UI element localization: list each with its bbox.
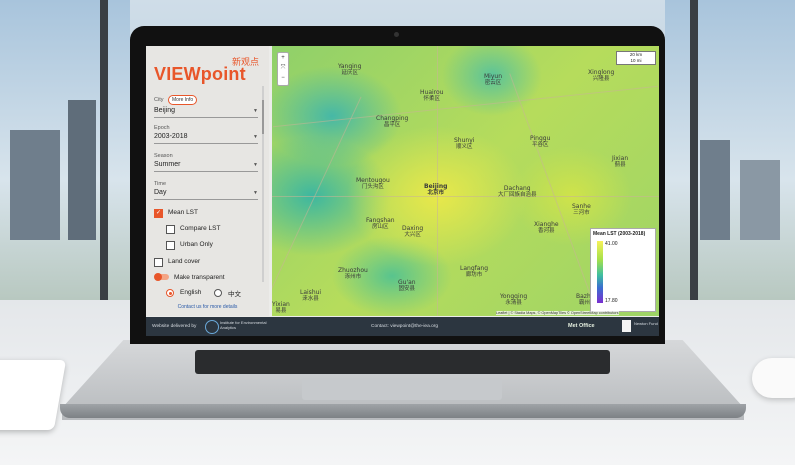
epoch-select[interactable]: 2003-2018 ▼ bbox=[154, 133, 258, 144]
season-select-value: Summer bbox=[154, 161, 181, 168]
newton-fund-name[interactable]: Newton Fund bbox=[634, 321, 658, 326]
map-label: Laishui 涞水县 bbox=[300, 289, 322, 303]
laptop-lid: VIEWpoint 新观点 City More Info Beijing ▼ E… bbox=[130, 26, 665, 344]
chevron-down-icon: ▼ bbox=[253, 108, 258, 114]
map-label: Langfang 廊坊市 bbox=[460, 265, 489, 279]
map-label: Yanqing 延庆区 bbox=[338, 63, 362, 77]
map-label: Fangshan 房山区 bbox=[366, 217, 395, 231]
building bbox=[68, 100, 96, 240]
iea-name[interactable]: Institute for Environmental Analytics bbox=[220, 320, 268, 330]
epoch-select-value: 2003-2018 bbox=[154, 133, 188, 140]
map-zoom-control: + ⤧ − bbox=[277, 52, 289, 86]
legend-title: Mean LST (2003-2018) bbox=[593, 231, 646, 237]
language-english-radio[interactable] bbox=[166, 289, 174, 297]
window-frame bbox=[690, 0, 698, 330]
legend-max: 41.00 bbox=[605, 241, 618, 247]
language-chinese-radio[interactable] bbox=[214, 289, 222, 297]
city-label: City bbox=[154, 97, 164, 103]
lst-legend: Mean LST (2003-2018) 41.00 17.80 bbox=[590, 228, 656, 312]
road bbox=[273, 85, 658, 128]
map-attribution[interactable]: Leaflet | © Stadia Maps, © OpenMapTiles … bbox=[496, 311, 619, 315]
webcam-icon bbox=[394, 32, 399, 37]
footer-contact[interactable]: Contact: viewpoint@the-iea.org bbox=[371, 324, 438, 329]
compare-lst-checkbox[interactable] bbox=[166, 225, 175, 234]
city-select[interactable]: Beijing ▼ bbox=[154, 107, 258, 118]
season-label: Season bbox=[154, 153, 173, 159]
map-label: Yongqing 永清县 bbox=[500, 293, 528, 307]
urban-only-label: Urban Only bbox=[180, 241, 213, 248]
land-cover-label: Land cover bbox=[168, 258, 201, 265]
computer-mouse bbox=[752, 358, 795, 398]
sidebar-scrollbar-thumb[interactable] bbox=[262, 100, 264, 134]
language-english-label: English bbox=[180, 289, 202, 296]
mean-lst-label: Mean LST bbox=[168, 209, 198, 216]
time-label: Time bbox=[154, 181, 167, 187]
map-label: Miyun 密云区 bbox=[484, 73, 502, 87]
legend-color-ramp bbox=[597, 241, 603, 303]
urban-only-checkbox[interactable] bbox=[166, 241, 175, 250]
road bbox=[437, 46, 438, 316]
map-label: Zhuozhou 涿州市 bbox=[338, 267, 368, 281]
map-scale: 20 km 10 mi bbox=[616, 51, 656, 65]
city-select-value: Beijing bbox=[154, 107, 176, 114]
map-label: Pinggu 平谷区 bbox=[530, 135, 551, 149]
more-info-button[interactable]: More Info bbox=[168, 95, 198, 105]
window-pane-right bbox=[665, 0, 795, 300]
map-label: Beijing 北京市 bbox=[424, 183, 448, 197]
iea-logo-icon bbox=[205, 320, 219, 334]
map-label: Mentougou 门头沟区 bbox=[356, 177, 390, 191]
map-label: Shunyi 顺义区 bbox=[454, 137, 475, 151]
zoom-in-button[interactable]: + bbox=[278, 53, 288, 63]
language-chinese-label: 中文 bbox=[228, 290, 241, 298]
scale-mi: 10 mi bbox=[630, 58, 642, 63]
app-screen: VIEWpoint 新观点 City More Info Beijing ▼ E… bbox=[146, 46, 659, 336]
make-transparent-label: Make transparent bbox=[174, 274, 225, 281]
compare-lst-label: Compare LST bbox=[180, 225, 221, 232]
map-label: Gu'an 固安县 bbox=[398, 279, 416, 293]
time-select-value: Day bbox=[154, 189, 167, 196]
building bbox=[10, 130, 60, 240]
map-label: Xianghe 香河县 bbox=[534, 221, 559, 235]
window-frame bbox=[100, 0, 108, 330]
newton-fund-logo-icon bbox=[622, 320, 631, 332]
time-select[interactable]: Day ▼ bbox=[154, 189, 258, 200]
laptop-base-edge bbox=[60, 404, 746, 418]
fullscreen-icon[interactable]: ⤧ bbox=[278, 63, 288, 73]
chevron-down-icon: ▼ bbox=[253, 190, 258, 196]
map-label: Jixian 蓟县 bbox=[612, 155, 629, 169]
building bbox=[700, 140, 730, 240]
legend-min: 17.80 bbox=[605, 298, 618, 304]
map-label: Changping 昌平区 bbox=[376, 115, 409, 129]
trackpad bbox=[302, 378, 502, 400]
mean-lst-checkbox[interactable]: ✓ bbox=[154, 209, 163, 218]
chevron-down-icon: ▼ bbox=[253, 134, 258, 140]
sidebar: VIEWpoint 新观点 City More Info Beijing ▼ E… bbox=[146, 46, 269, 316]
land-cover-checkbox[interactable] bbox=[154, 258, 163, 267]
map-label: Xinglong 兴隆县 bbox=[588, 69, 615, 83]
season-select[interactable]: Summer ▼ bbox=[154, 161, 258, 172]
zoom-out-button[interactable]: − bbox=[278, 73, 288, 83]
contact-us-link[interactable]: Contact us for more details bbox=[146, 304, 269, 310]
road bbox=[272, 196, 659, 197]
keyboard bbox=[195, 350, 610, 374]
app-logo-chinese: 新观点 bbox=[232, 58, 260, 68]
make-transparent-toggle[interactable] bbox=[154, 273, 169, 281]
map-label: Yixian 易县 bbox=[272, 301, 290, 315]
building bbox=[740, 160, 780, 240]
epoch-label: Epoch bbox=[154, 125, 170, 131]
map-label: Huairou 怀柔区 bbox=[420, 89, 444, 103]
chevron-down-icon: ▼ bbox=[253, 162, 258, 168]
footer: Website delivered by Institute for Envir… bbox=[146, 317, 659, 336]
map-label: Sanhe 三河市 bbox=[572, 203, 591, 217]
map-label: Daxing 大兴区 bbox=[402, 225, 424, 239]
map-label: Dachang 大厂回族自治县 bbox=[498, 185, 537, 199]
met-office-logo[interactable]: Met Office bbox=[568, 323, 595, 329]
delivered-by-text: Website delivered by bbox=[152, 324, 197, 329]
